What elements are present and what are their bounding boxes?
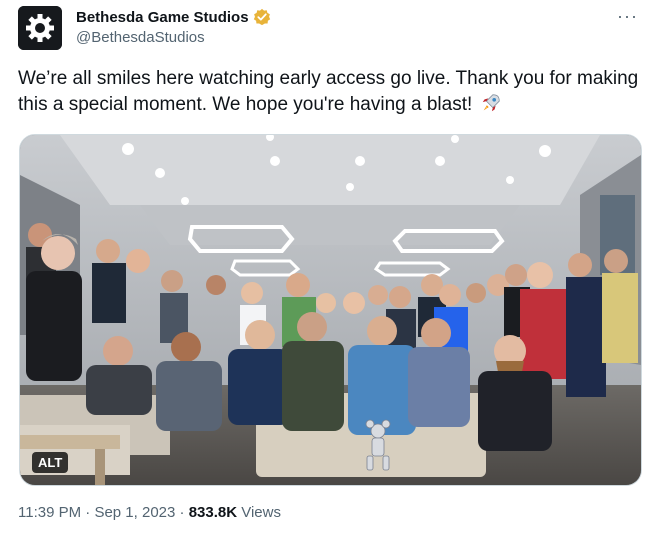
verified-badge-icon[interactable] <box>253 8 271 26</box>
meta-separator: · <box>175 504 189 521</box>
author-name-row: Bethesda Game Studios <box>76 6 271 28</box>
meta-separator: · <box>81 504 95 521</box>
group-photo-image <box>20 135 641 485</box>
author-handle[interactable]: @BethesdaStudios <box>76 29 205 46</box>
author-name[interactable]: Bethesda Game Studios <box>76 9 249 26</box>
more-options-icon[interactable]: ··· <box>617 6 638 27</box>
tweet-meta: 11:39 PM · Sep 1, 2023 · 833.8K Views <box>18 504 281 521</box>
avatar[interactable] <box>18 6 62 50</box>
tweet-photo[interactable]: ALT <box>19 134 642 486</box>
gear-logo-icon <box>18 6 62 50</box>
alt-text-button[interactable]: ALT <box>32 452 69 473</box>
views-label: Views <box>237 504 281 521</box>
tweet-text: We’re all smiles here watching early acc… <box>18 66 644 118</box>
tweet-header: Bethesda Game Studios @BethesdaStudios ·… <box>18 6 644 50</box>
rocket-icon <box>482 94 500 112</box>
views-count[interactable]: 833.8K <box>189 504 237 521</box>
tweet-time[interactable]: 11:39 PM <box>18 504 81 521</box>
tweet-date[interactable]: Sep 1, 2023 <box>94 504 175 521</box>
tweet-text-content: We’re all smiles here watching early acc… <box>18 68 639 115</box>
